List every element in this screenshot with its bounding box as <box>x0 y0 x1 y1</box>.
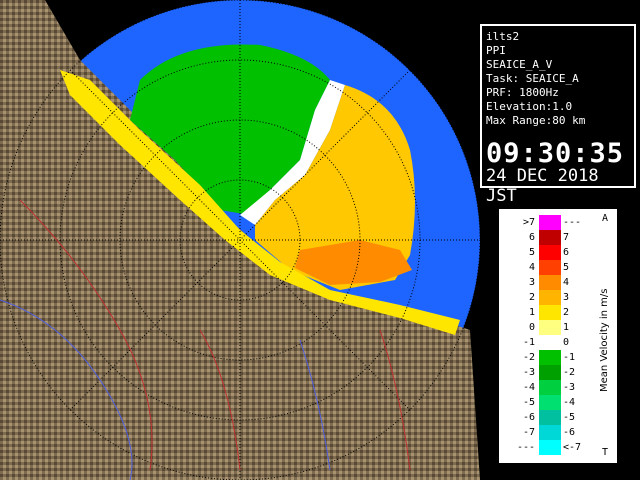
legend-color-swatch <box>539 290 561 305</box>
legend-upper-bound: 1 <box>563 322 570 333</box>
legend-lower-bound: 4 <box>528 262 535 273</box>
legend-color-swatch <box>539 215 561 230</box>
legend-color-swatch <box>539 425 561 440</box>
max-range-value: Max Range:80 km <box>486 114 586 127</box>
legend-upper-bound: -1 <box>563 352 576 363</box>
legend-lower-bound: -3 <box>522 367 535 378</box>
legend-upper-bound: 4 <box>563 277 570 288</box>
scan-date: 24 DEC 2018 JST <box>486 166 599 206</box>
legend-lower-bound: -2 <box>522 352 535 363</box>
legend-color-swatch <box>539 245 561 260</box>
product-name: SEAICE_A_V <box>486 58 553 71</box>
legend-color-swatch <box>539 410 561 425</box>
legend-color-swatch <box>539 350 561 365</box>
legend-lower-bound: 0 <box>528 322 535 333</box>
legend-lower-bound: 3 <box>528 277 535 288</box>
legend-lower-bound: -6 <box>522 412 535 423</box>
elevation-value: Elevation:1.0 <box>486 100 573 113</box>
legend-upper-bound: 7 <box>563 232 570 243</box>
legend-color-swatch <box>539 320 561 335</box>
legend-upper-bound: 0 <box>563 337 570 348</box>
legend-upper-bound: 5 <box>563 262 570 273</box>
legend-color-swatch <box>539 230 561 245</box>
legend-upper-bound: --- <box>563 217 582 228</box>
legend-lower-bound: --- <box>516 442 535 453</box>
scan-time: 09:30:35 <box>486 138 625 169</box>
legend-lower-bound: 6 <box>528 232 535 243</box>
legend-upper-bound: -2 <box>563 367 576 378</box>
legend-upper-bound: -4 <box>563 397 576 408</box>
legend-color-swatch <box>539 335 561 350</box>
legend-lower-bound: >7 <box>522 217 535 228</box>
legend-title: Mean Velocity in m/s <box>599 288 610 392</box>
prf-value: PRF: 1800Hz <box>486 86 559 99</box>
legend-color-swatch <box>539 260 561 275</box>
legend-color-swatch <box>539 440 561 455</box>
legend-lower-bound: 5 <box>528 247 535 258</box>
legend-color-swatch <box>539 380 561 395</box>
legend-upper-bound: -6 <box>563 427 576 438</box>
legend-lower-bound: -1 <box>522 337 535 348</box>
radar-info-panel: ilts2 PPI SEAICE_A_V Task: SEAICE_A PRF:… <box>480 24 636 206</box>
legend-upper-bound: <-7 <box>563 442 582 453</box>
legend-upper-bound: 3 <box>563 292 570 303</box>
legend-lower-bound: 2 <box>528 292 535 303</box>
radar-name: ilts2 <box>486 30 520 43</box>
legend-lower-bound: -5 <box>522 397 535 408</box>
scan-mode: PPI <box>486 44 506 57</box>
legend-upper-bound: -3 <box>563 382 576 393</box>
legend-lower-bound: -7 <box>522 427 535 438</box>
legend-bottom-mark: T <box>602 447 609 458</box>
legend-lower-bound: -4 <box>522 382 535 393</box>
legend-upper-bound: -5 <box>563 412 576 423</box>
legend-upper-bound: 6 <box>563 247 570 258</box>
legend-color-swatch <box>539 395 561 410</box>
legend-color-swatch <box>539 305 561 320</box>
legend-top-mark: A <box>602 213 609 224</box>
legend-color-swatch <box>539 275 561 290</box>
legend-lower-bound: 1 <box>528 307 535 318</box>
velocity-legend: >7 --- 6 7 5 6 4 5 3 4 2 3 1 2 0 1 -1 0 -2 -1 -3 -2 -4 -3 -5 -4 -6… <box>498 208 618 464</box>
legend-upper-bound: 2 <box>563 307 570 318</box>
radar-ppi-display <box>0 0 480 480</box>
task-name: Task: SEAICE_A <box>486 72 579 85</box>
legend-color-swatch <box>539 365 561 380</box>
